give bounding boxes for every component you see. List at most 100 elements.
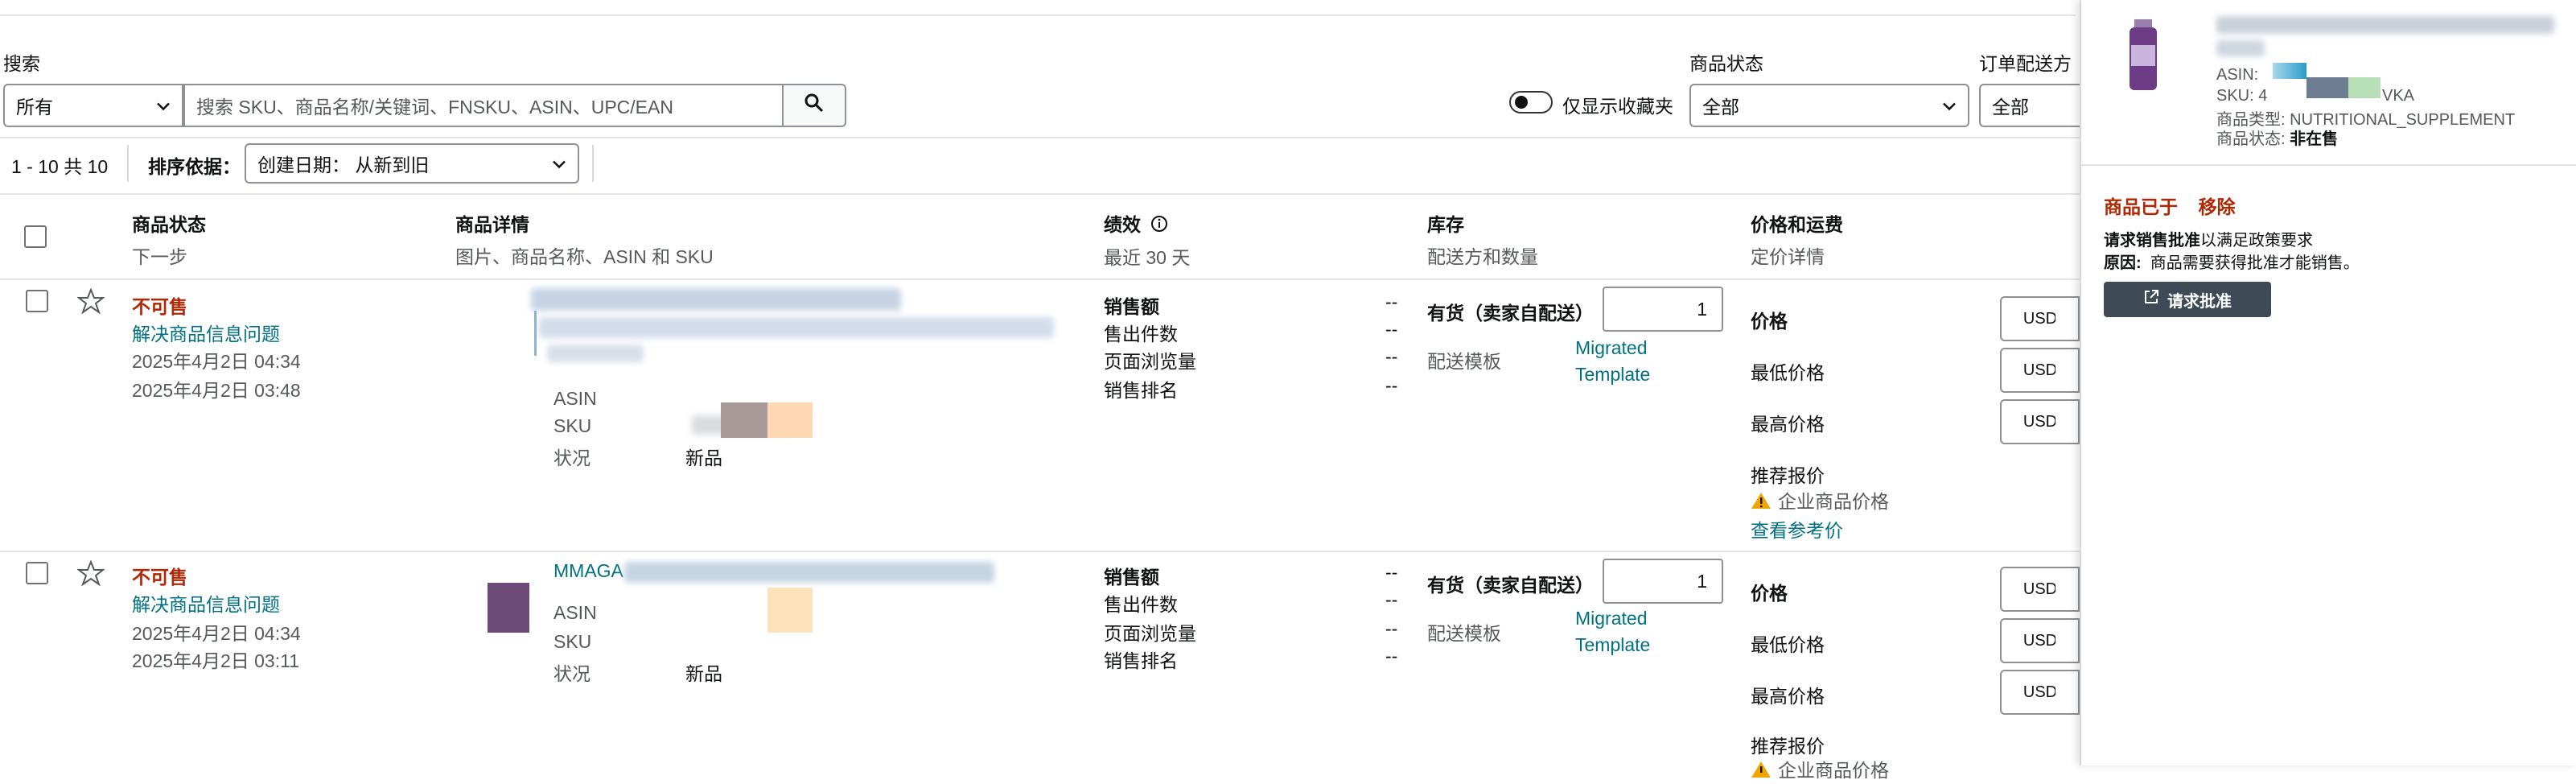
perf-views-label: 页面浏览量 xyxy=(1104,351,1196,372)
perf-sales-label: 销售额 xyxy=(1104,567,1159,588)
min-price-input[interactable] xyxy=(2055,348,2080,393)
perf-views-value: -- xyxy=(1385,346,1398,367)
results-count: 1 - 10 共 10 xyxy=(11,156,109,177)
product-detail-panel: ASIN: SKU: 4 VKA 商品类型: NUTRITIONAL_SUPPL… xyxy=(2080,0,2576,765)
price-input[interactable] xyxy=(2055,296,2080,341)
perf-sales-label: 销售额 xyxy=(1104,296,1159,317)
fulfillment-filter-label-full: 订单配送方 xyxy=(1979,48,2084,76)
search-input[interactable]: 搜索 SKU、商品名称/关键词、FNSKU、ASIN、UPC/EAN xyxy=(183,84,784,127)
column-subtitle: 配送方和数量 xyxy=(1427,246,1538,267)
column-subtitle: 定价详情 xyxy=(1751,246,1825,267)
business-price-row: 企业商品价格 xyxy=(1751,486,1889,515)
price-label: 价格 xyxy=(1751,311,1788,332)
column-header-performance[interactable]: 绩效 最近 30 天 xyxy=(1104,209,1190,270)
perf-sales-value: -- xyxy=(1385,291,1398,312)
search-button[interactable] xyxy=(782,84,846,127)
shipping-template-link[interactable]: Migrated Template xyxy=(1575,605,1672,658)
search-scope-value: 所有 xyxy=(16,97,53,118)
perf-rank-label: 销售排名 xyxy=(1104,650,1178,671)
sort-divider xyxy=(592,145,594,182)
status-badge: 不可售 xyxy=(132,296,187,317)
quantity-input[interactable]: 1 xyxy=(1603,559,1723,604)
currency-label: USD xyxy=(2023,580,2058,598)
product-title-fragment[interactable]: MMAGA xyxy=(553,560,623,582)
product-title-blurred[interactable] xyxy=(531,288,901,311)
perf-rank-value: -- xyxy=(1385,646,1398,666)
column-header-inventory[interactable]: 库存 配送方和数量 xyxy=(1427,209,1538,269)
condition-label: 状况 xyxy=(553,448,591,468)
perf-sales-value: -- xyxy=(1385,562,1398,583)
panel-title-blurred-line2 xyxy=(2216,40,2265,56)
perf-units-value: -- xyxy=(1385,589,1398,610)
created-date: 2025年4月2日 04:34 xyxy=(132,351,301,372)
column-subtitle: 最近 30 天 xyxy=(1104,246,1191,268)
perf-views-label: 页面浏览量 xyxy=(1104,623,1196,644)
price-input[interactable] xyxy=(2055,567,2080,612)
condition-label: 状况 xyxy=(553,663,591,684)
search-placeholder: 搜索 SKU、商品名称/关键词、FNSKU、ASIN、UPC/EAN xyxy=(196,97,673,118)
currency-label: USD xyxy=(2023,361,2058,379)
resolve-issue-link[interactable]: 解决商品信息问题 xyxy=(132,589,280,617)
shipping-template-label: 配送模板 xyxy=(1427,623,1501,644)
business-price-label: 企业商品价格 xyxy=(1778,491,1889,512)
approval-request-text: 请求销售批准以满足政策要求 xyxy=(2104,232,2313,250)
favorites-label: 仅显示收藏夹 xyxy=(1562,96,1673,117)
asin-label: ASIN xyxy=(553,388,597,409)
row-checkbox[interactable] xyxy=(26,562,48,584)
search-scope-select[interactable]: 所有 xyxy=(3,84,183,127)
redaction-block xyxy=(2273,63,2306,79)
price-label: 价格 xyxy=(1751,583,1788,604)
favorites-toggle[interactable] xyxy=(1509,91,1553,113)
sort-select[interactable]: 创建日期： 从新到旧 xyxy=(245,143,579,184)
column-title: 商品状态 xyxy=(132,214,206,235)
star-icon[interactable] xyxy=(76,287,105,319)
column-header-price[interactable]: 价格和运费 定价详情 xyxy=(1751,209,1843,269)
condition-value: 新品 xyxy=(685,663,722,684)
perf-units-label: 售出件数 xyxy=(1104,594,1178,615)
shipping-template-link[interactable]: Migrated Template xyxy=(1575,335,1672,388)
status-filter-select[interactable]: 全部 xyxy=(1689,84,1969,127)
perf-rank-value: -- xyxy=(1385,375,1398,396)
title-accent-bar xyxy=(534,311,537,356)
perf-units-label: 售出件数 xyxy=(1104,324,1178,345)
panel-sku-label: SKU: 4 xyxy=(2216,87,2268,105)
reason-text: 原因: 商品需要获得批准才能销售。 xyxy=(2104,254,2360,272)
panel-product-status: 商品状态: 非在售 xyxy=(2216,130,2339,148)
request-approval-button[interactable]: 请求批准 xyxy=(2104,282,2271,317)
panel-sku-suffix: VKA xyxy=(2382,87,2415,105)
info-icon[interactable] xyxy=(1150,215,1168,237)
perf-views-value: -- xyxy=(1385,618,1398,639)
currency-label: USD xyxy=(2023,683,2058,701)
currency-label: USD xyxy=(2023,309,2058,328)
max-price-input[interactable] xyxy=(2055,399,2080,444)
external-link-icon xyxy=(2143,289,2159,310)
currency-label: USD xyxy=(2023,412,2058,431)
resolve-issue-link[interactable]: 解决商品信息问题 xyxy=(132,319,280,346)
top-divider xyxy=(0,14,2076,16)
row-checkbox[interactable] xyxy=(26,290,48,312)
reference-price-link[interactable]: 查看参考价 xyxy=(1751,515,1843,543)
sort-value: 创建日期： 从新到旧 xyxy=(257,155,430,175)
select-all-checkbox[interactable] xyxy=(24,225,47,248)
column-header-status[interactable]: 商品状态 下一步 xyxy=(132,209,206,269)
product-image xyxy=(2123,18,2163,93)
min-price-label: 最低价格 xyxy=(1751,362,1825,383)
redaction-block xyxy=(767,588,813,633)
product-thumbnail[interactable] xyxy=(488,583,529,633)
redaction-block xyxy=(721,402,767,438)
column-title: 价格和运费 xyxy=(1751,214,1843,235)
condition-value: 新品 xyxy=(685,448,722,468)
star-icon[interactable] xyxy=(76,559,105,591)
max-price-label: 最高价格 xyxy=(1751,414,1825,435)
min-price-input[interactable] xyxy=(2055,618,2080,663)
sku-label: SKU xyxy=(553,415,592,436)
product-title-blurred[interactable] xyxy=(624,562,994,583)
max-price-input[interactable] xyxy=(2055,670,2080,715)
quantity-input[interactable]: 1 xyxy=(1603,287,1723,332)
column-title: 库存 xyxy=(1427,214,1464,235)
column-header-details[interactable]: 商品详情 图片、商品名称、ASIN 和 SKU xyxy=(455,209,714,269)
currency-label: USD xyxy=(2023,631,2058,650)
max-price-label: 最高价格 xyxy=(1751,686,1825,707)
inventory-status: 有货（卖家自配送） xyxy=(1427,575,1594,596)
product-title-blurred-line2 xyxy=(539,317,1054,338)
